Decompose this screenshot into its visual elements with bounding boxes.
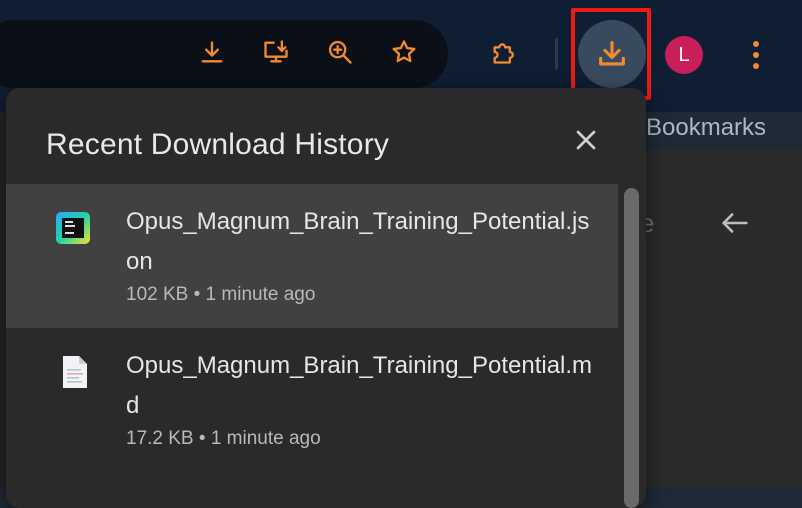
bookmarks-label[interactable]: Bookmarks — [646, 114, 766, 142]
meta-separator: • — [193, 284, 206, 305]
background-panel — [646, 150, 802, 488]
download-item[interactable]: Opus_Magnum_Brain_Training_Potential.jso… — [6, 184, 618, 328]
download-icon[interactable] — [194, 34, 230, 70]
back-arrow-icon[interactable] — [718, 206, 752, 240]
close-icon[interactable] — [570, 124, 602, 156]
popup-title: Recent Download History — [46, 128, 390, 161]
highlight-box — [571, 8, 651, 100]
meta-separator: • — [198, 428, 211, 449]
avatar[interactable]: L — [665, 36, 703, 74]
download-file-meta: 17.2 KB • 1 minute ago — [126, 428, 321, 450]
download-time: 1 minute ago — [205, 284, 316, 305]
install-app-icon[interactable] — [258, 34, 294, 70]
json-file-icon — [56, 212, 90, 244]
text-file-icon — [63, 356, 87, 388]
download-file-meta: 102 KB • 1 minute ago — [126, 284, 315, 306]
scrollbar-thumb[interactable] — [624, 188, 639, 508]
file-size: 17.2 KB — [126, 428, 194, 449]
extensions-icon[interactable] — [486, 34, 522, 70]
download-file-name[interactable]: Opus_Magnum_Brain_Training_Potential.jso… — [126, 202, 596, 282]
downloads-popup: Recent Download History Opus_Magnum_Brai… — [6, 88, 646, 508]
zoom-in-icon[interactable] — [322, 34, 358, 70]
download-item[interactable]: Opus_Magnum_Brain_Training_Potential.md … — [6, 328, 618, 472]
download-time: 1 minute ago — [210, 428, 321, 449]
download-file-name[interactable]: Opus_Magnum_Brain_Training_Potential.md — [126, 346, 596, 426]
bookmark-star-icon[interactable] — [386, 34, 422, 70]
menu-icon[interactable] — [744, 37, 768, 73]
toolbar-separator — [555, 38, 558, 70]
file-size: 102 KB — [126, 284, 189, 305]
